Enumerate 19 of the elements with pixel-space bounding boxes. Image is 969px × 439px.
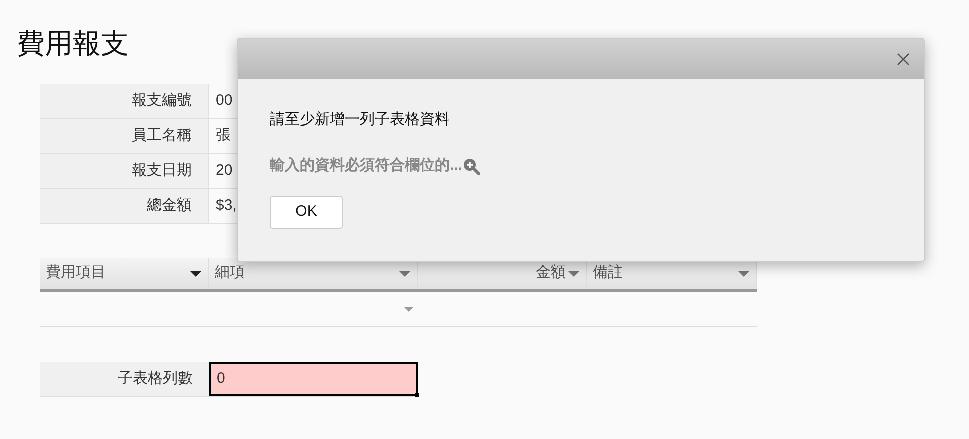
field-value: 張 <box>216 126 231 146</box>
dialog-message: 請至少新增一列子表格資料 <box>270 110 451 130</box>
field-label: 總金額 <box>40 189 209 223</box>
zoom-in-icon[interactable] <box>462 158 480 174</box>
resize-handle[interactable] <box>415 393 419 397</box>
field-label: 員工名稱 <box>40 119 209 153</box>
error-detail: 輸入的資料必須符合欄位的... <box>270 156 463 176</box>
dropdown-caret-icon[interactable] <box>190 270 202 276</box>
ok-button[interactable]: OK <box>270 196 343 229</box>
field-label: 子表格列數 <box>40 362 209 396</box>
field-label: 報支日期 <box>40 154 209 188</box>
field-value: $3, <box>216 196 237 216</box>
field-label: 報支編號 <box>40 84 209 118</box>
close-icon[interactable] <box>897 52 910 66</box>
field-value: 20 <box>216 160 233 181</box>
row-count-field[interactable]: 0 <box>209 362 418 396</box>
field-value: 00 <box>216 90 233 111</box>
page-title: 費用報支 <box>17 27 129 61</box>
column-header[interactable]: 費用項目 <box>40 258 209 289</box>
